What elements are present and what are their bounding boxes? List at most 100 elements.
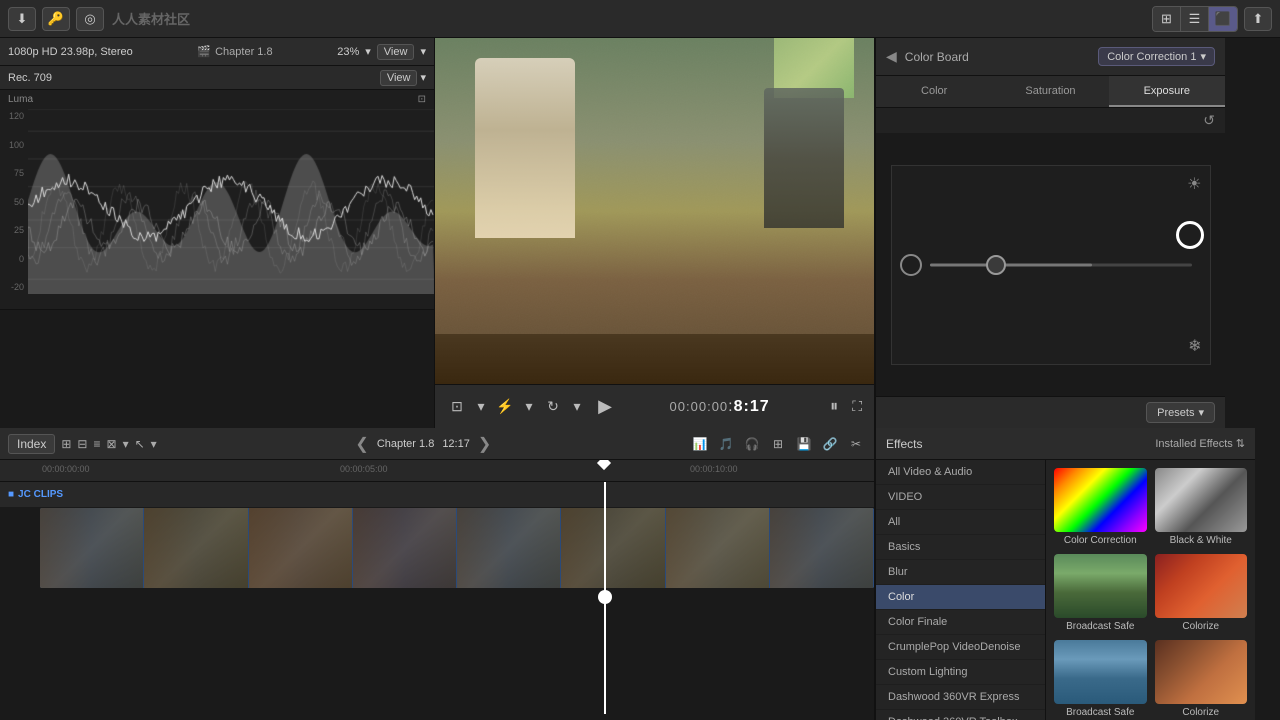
zoom-dropdown-icon[interactable]: ▾: [365, 45, 371, 58]
shadows-puck[interactable]: [900, 254, 922, 276]
audio-waveform-icon[interactable]: ⊟: [77, 437, 87, 451]
effect-broadcast-safe[interactable]: Broadcast Safe: [1054, 554, 1147, 632]
tab-saturation[interactable]: Saturation: [992, 76, 1108, 107]
cat-all[interactable]: All: [876, 510, 1045, 535]
highlights-puck[interactable]: [1176, 221, 1204, 249]
cat-dashwood-360[interactable]: Dashwood 360VR Express: [876, 685, 1045, 710]
time-mark-10: 00:00:10:00: [690, 464, 738, 474]
sync-icon[interactable]: ◎: [76, 7, 104, 31]
trim-dropdown-icon[interactable]: ▾: [519, 398, 539, 415]
audio-expand-icon[interactable]: 🎵: [716, 437, 736, 451]
split-view-icon[interactable]: ⬛: [1209, 7, 1237, 31]
top-bar-right: ⊞ ☰ ⬛ ⬆: [1152, 6, 1272, 32]
effects-body: All Video & Audio VIDEO All Basics Blur: [876, 460, 1255, 720]
video-info-bar: 1080p HD 23.98p, Stereo 🎬 Chapter 1.8 23…: [0, 38, 434, 66]
sun-icon: ☀: [1187, 174, 1201, 194]
effect-colorize[interactable]: Colorize: [1155, 554, 1248, 632]
playhead-circle[interactable]: [598, 590, 612, 604]
waveform-body: 120 100 75 50 25 0 -20: [0, 109, 434, 294]
close-gap-icon[interactable]: ✂: [846, 437, 866, 451]
list-view-icon[interactable]: ☰: [1181, 7, 1209, 31]
save-icon[interactable]: 💾: [794, 437, 814, 451]
cat-custom-lighting[interactable]: Custom Lighting: [876, 660, 1045, 685]
tab-exposure[interactable]: Exposure: [1109, 76, 1225, 107]
black-white-name: Black & White: [1155, 535, 1248, 546]
play-button[interactable]: ▶: [595, 396, 615, 417]
installed-sort-icon[interactable]: ⇅: [1236, 437, 1245, 450]
waveform-header: Luma ⊡: [0, 90, 434, 109]
chapter-icon: 🎬: [197, 45, 211, 58]
cat-crumplepop[interactable]: CrumplePop VideoDenoise: [876, 635, 1045, 660]
effects-categories: All Video & Audio VIDEO All Basics Blur: [876, 460, 1046, 720]
pause-button[interactable]: ⏸: [824, 398, 844, 416]
effect-black-white[interactable]: Black & White: [1155, 468, 1248, 546]
key-icon[interactable]: 🔑: [42, 7, 70, 31]
presets-button[interactable]: Presets ▾: [1146, 402, 1215, 423]
color-board-area[interactable]: ☀ ❄: [876, 133, 1225, 396]
clip-heights-icon[interactable]: ⊠: [107, 437, 117, 451]
tab-color[interactable]: Color: [876, 76, 992, 107]
roles-icon[interactable]: ≡: [93, 437, 100, 451]
audio-meter-icon[interactable]: 📊: [690, 437, 710, 451]
rec-view-btn[interactable]: View: [380, 70, 418, 86]
transform-icon[interactable]: ↻: [543, 398, 563, 415]
index-button[interactable]: Index: [8, 434, 55, 454]
link-icon[interactable]: 🔗: [820, 437, 840, 451]
rec-view-dropdown[interactable]: ▾: [420, 71, 426, 84]
effect-colorize-2[interactable]: Colorize: [1155, 640, 1248, 718]
cat-all-video-audio[interactable]: All Video & Audio: [876, 460, 1045, 485]
cat-basics[interactable]: Basics: [876, 535, 1045, 560]
crop-tool-icon[interactable]: ⊡: [447, 398, 467, 415]
timecode-display: 00:00:00:8:17: [627, 398, 812, 416]
crop-dropdown-icon[interactable]: ▾: [471, 398, 491, 415]
grid-view-icon[interactable]: ⊞: [1153, 7, 1181, 31]
waveform-scope-icon[interactable]: ⊡: [418, 94, 426, 105]
multicam-icon[interactable]: ⊞: [768, 437, 788, 451]
rec-info-bar: Rec. 709 View ▾: [0, 66, 434, 90]
view-dropdown-icon[interactable]: ▾: [420, 45, 426, 58]
export-icon[interactable]: ⬆: [1244, 7, 1272, 31]
view-toggle-group: ⊞ ☰ ⬛: [1152, 6, 1238, 32]
next-chapter-btn[interactable]: ❯: [478, 434, 491, 454]
timeline-nav: ❮ Chapter 1.8 12:17 ❯: [163, 434, 684, 454]
y-50: 50: [0, 197, 24, 207]
clip-appear-icon[interactable]: ⊞: [61, 437, 71, 451]
colorize-name: Colorize: [1155, 621, 1248, 632]
y-0: 0: [0, 254, 24, 264]
color-board-back-arrow[interactable]: ◀: [886, 48, 897, 65]
effect-color-correction[interactable]: Color Correction: [1054, 468, 1147, 546]
tab-color-label: Color: [921, 85, 947, 97]
right-column: ◀ Color Board Color Correction 1 ▾ Color…: [875, 38, 1255, 720]
film-thumb-4: [353, 508, 457, 588]
clip-filmstrip[interactable]: [40, 508, 874, 588]
transform-dropdown-icon[interactable]: ▾: [567, 398, 587, 415]
time-mark-0: 00:00:00:00: [42, 464, 90, 474]
cat-dashwood-360-toolbox[interactable]: Dashwood 360VR Toolbox: [876, 710, 1045, 720]
cat-color-finale[interactable]: Color Finale: [876, 610, 1045, 635]
playhead-indicator: [597, 460, 611, 470]
fullscreen-button[interactable]: ⛶: [852, 398, 862, 415]
clip-label-row: ■ JC CLIPS: [0, 482, 874, 508]
cat-color[interactable]: Color: [876, 585, 1045, 610]
select-tool-icon[interactable]: ↖: [135, 437, 145, 451]
import-icon[interactable]: ⬇: [8, 7, 36, 31]
cat-video[interactable]: VIDEO: [876, 485, 1045, 510]
trim-tool-icon[interactable]: ⚡: [495, 398, 515, 415]
reset-icon[interactable]: ↺: [1203, 112, 1215, 129]
broadcast-safe-2-name: Broadcast Safe: [1054, 707, 1147, 718]
badge-dropdown-icon: ▾: [1200, 50, 1206, 63]
cat-blur[interactable]: Blur: [876, 560, 1045, 585]
film-thumb-1: [40, 508, 144, 588]
select-dropdown[interactable]: ▾: [151, 437, 157, 451]
time-ruler: 00:00:00:00 00:00:05:00 00:00:10:00: [0, 460, 874, 482]
midtones-puck[interactable]: [986, 255, 1006, 275]
effect-broadcast-safe-2[interactable]: Broadcast Safe: [1054, 640, 1147, 718]
view-button[interactable]: View: [377, 44, 415, 60]
playback-controls: ⊡ ▾ ⚡ ▾ ↻ ▾ ▶ 00:00:00:8:17 ⏸: [435, 384, 874, 428]
prev-chapter-btn[interactable]: ❮: [355, 434, 368, 454]
timecode-start: 00:00:00: [670, 399, 729, 414]
color-correction-badge[interactable]: Color Correction 1 ▾: [1098, 47, 1215, 66]
clip-options-dropdown[interactable]: ▾: [123, 437, 129, 451]
headphone-icon[interactable]: 🎧: [742, 437, 762, 451]
clip-color-indicator: ■: [8, 489, 14, 500]
